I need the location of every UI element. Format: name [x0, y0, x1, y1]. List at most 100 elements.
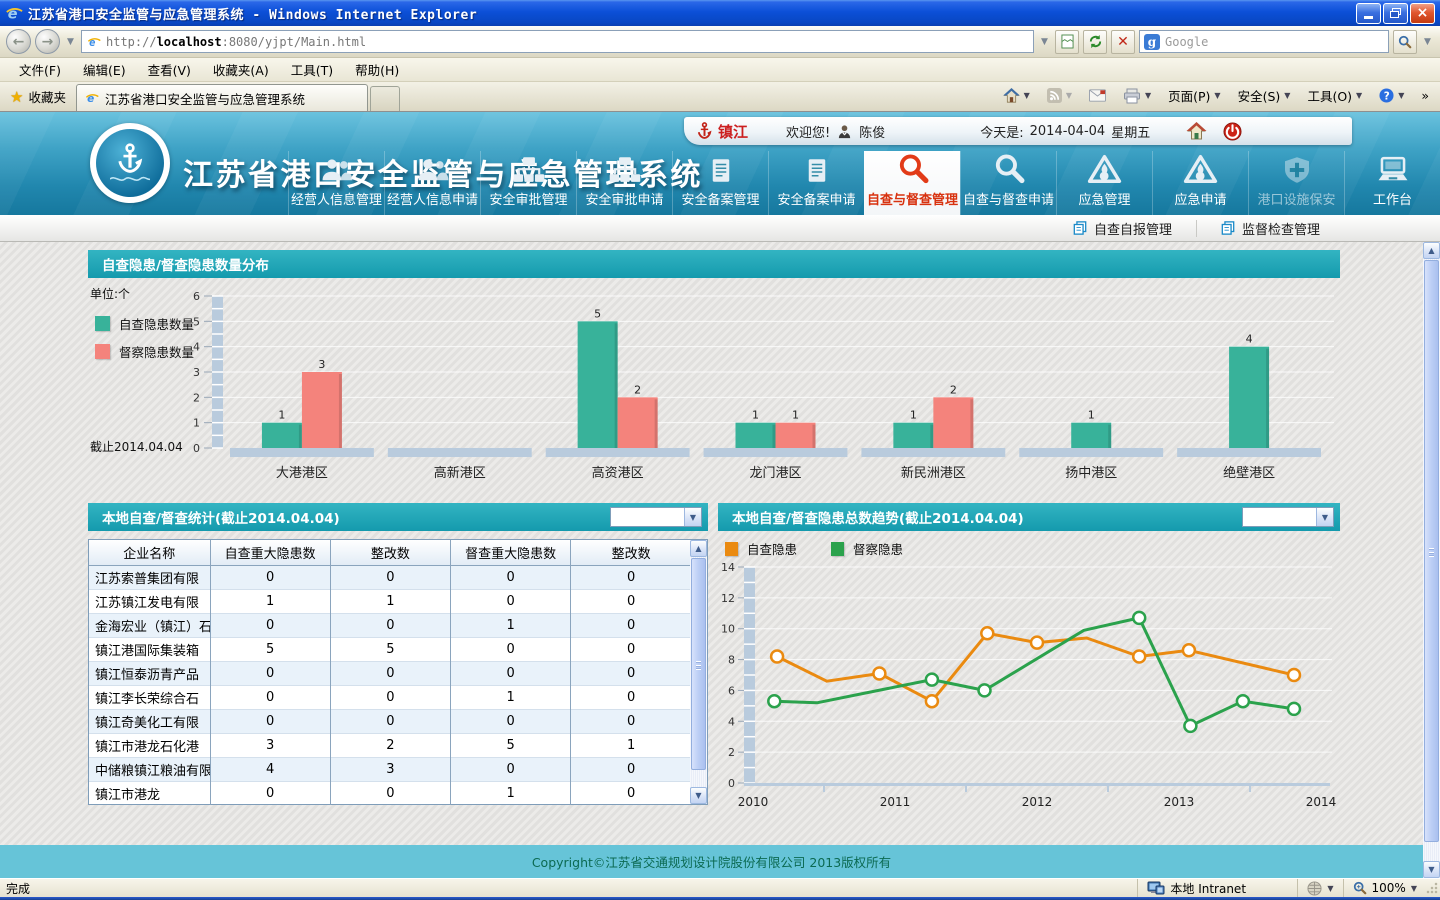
- nav-item-label: 安全备案管理: [681, 189, 759, 208]
- select-arrow-icon: ▼: [684, 508, 701, 526]
- nav-item-label: 安全审批申请: [585, 189, 663, 208]
- menu-item[interactable]: 收藏夹(A): [202, 58, 280, 81]
- command-bar: ▼ ▼ ▼ 页面(P)▼ 安全(S)▼ 工具(O)▼ ?▼ »: [996, 83, 1436, 111]
- scroll-up-button[interactable]: ▲: [690, 540, 707, 557]
- trend-filter-select[interactable]: ▼: [1242, 507, 1334, 527]
- zoom-control[interactable]: 100% ▼: [1343, 879, 1426, 897]
- table-cell: 镇江奇美化工有限: [89, 709, 210, 733]
- back-button[interactable]: ←: [6, 29, 31, 54]
- welcome-label: 欢迎您!: [786, 122, 830, 141]
- page-content: 江苏省港口安全监管与应急管理系统 镇江 欢迎您! 陈俊 今天是: 2014-04…: [0, 112, 1440, 878]
- table-row[interactable]: 中储粮镇江粮油有限4300: [89, 757, 691, 781]
- select-arrow-icon: ▼: [1316, 508, 1333, 526]
- table-row[interactable]: 江苏镇江发电有限1100: [89, 589, 691, 613]
- table-row[interactable]: 镇江市港龙石化港3251: [89, 733, 691, 757]
- nav-item-5[interactable]: 安全备案管理: [672, 151, 768, 215]
- compatibility-button[interactable]: [1055, 30, 1079, 54]
- svg-text:1: 1: [752, 409, 759, 422]
- table-cell: 0: [571, 637, 691, 661]
- legend-swatch: [831, 542, 844, 556]
- stop-button[interactable]: ✕: [1111, 30, 1135, 54]
- resize-grip[interactable]: [1426, 882, 1438, 894]
- tab-active[interactable]: e 江苏省港口安全监管与应急管理系统: [76, 84, 368, 111]
- table-cell: 中储粮镇江粮油有限: [89, 757, 210, 781]
- submenu-item-1[interactable]: 自查自报管理: [1049, 220, 1196, 237]
- address-bar[interactable]: e http://localhost:8080/yjpt/Main.html: [81, 30, 1034, 53]
- stats-filter-select[interactable]: ▼: [610, 507, 702, 527]
- table-cell: 0: [451, 661, 571, 685]
- overflow-chevron[interactable]: »: [1414, 85, 1436, 106]
- nav-item-1[interactable]: 经营人信息管理: [288, 151, 384, 215]
- mail-button[interactable]: [1082, 86, 1113, 105]
- avatar-icon: [837, 124, 852, 139]
- nav-item-12[interactable]: 工作台: [1344, 151, 1440, 215]
- menu-item[interactable]: 查看(V): [137, 58, 202, 81]
- nav-item-8[interactable]: 自查与督查申请: [960, 151, 1056, 215]
- menu-item[interactable]: 编辑(E): [72, 58, 137, 81]
- table-row[interactable]: 镇江港国际集装箱5500: [89, 637, 691, 661]
- table-cell: 3: [210, 733, 330, 757]
- table-scrollbar[interactable]: ▲ ▼: [690, 540, 707, 804]
- svg-text:4: 4: [728, 715, 735, 728]
- scroll-down-button[interactable]: ▼: [1423, 861, 1440, 878]
- nav-item-7[interactable]: 自查与督查管理: [864, 151, 960, 215]
- nav-item-11[interactable]: 港口设施保安: [1248, 151, 1344, 215]
- document-icon: [802, 154, 832, 184]
- column-header: 督查重大隐患数: [451, 540, 571, 565]
- svg-text:4: 4: [193, 341, 200, 354]
- scroll-up-button[interactable]: ▲: [1423, 242, 1440, 259]
- scroll-down-button[interactable]: ▼: [690, 787, 707, 804]
- table-row[interactable]: 镇江恒泰沥青产品0000: [89, 661, 691, 685]
- refresh-button[interactable]: [1083, 30, 1107, 54]
- help-button[interactable]: ?▼: [1372, 85, 1411, 106]
- restore-button[interactable]: [1383, 3, 1408, 24]
- feeds-button[interactable]: ▼: [1040, 85, 1079, 106]
- menu-item[interactable]: 帮助(H): [344, 58, 410, 81]
- menu-item[interactable]: 工具(T): [280, 58, 344, 81]
- table-header-row: 企业名称自查重大隐患数整改数督查重大隐患数整改数: [89, 540, 691, 565]
- submenu-item-2[interactable]: 监督检查管理: [1196, 220, 1344, 237]
- status-bar: 完成 本地 Intranet ▼ 100% ▼: [0, 878, 1440, 897]
- nav-item-4[interactable]: 安全审批申请: [576, 151, 672, 215]
- menu-item[interactable]: 文件(F): [8, 58, 72, 81]
- favorites-button[interactable]: ★ 收藏夹: [4, 87, 76, 111]
- svg-text:新民洲港区: 新民洲港区: [901, 465, 966, 480]
- scrollbar-thumb[interactable]: [1424, 260, 1439, 842]
- nav-item-2[interactable]: 经营人信息申请: [384, 151, 480, 215]
- minimize-button[interactable]: [1356, 3, 1381, 24]
- print-button[interactable]: ▼: [1116, 85, 1158, 107]
- safety-menu-button[interactable]: 安全(S)▼: [1231, 83, 1298, 108]
- table-row[interactable]: 镇江市港龙0010: [89, 781, 691, 805]
- table-row[interactable]: 金海宏业（镇江）石0010: [89, 613, 691, 637]
- zoom-magnifier-icon: [1353, 881, 1367, 895]
- scrollbar-thumb[interactable]: [691, 558, 706, 770]
- search-dropdown[interactable]: ▼: [1421, 37, 1434, 47]
- protected-mode-button[interactable]: ▼: [1297, 879, 1342, 897]
- table-row[interactable]: 镇江奇美化工有限0000: [89, 709, 691, 733]
- history-dropdown[interactable]: ▼: [64, 37, 77, 47]
- address-dropdown[interactable]: ▼: [1038, 37, 1051, 47]
- search-button[interactable]: [1393, 30, 1417, 54]
- nav-item-3[interactable]: 安全审批管理: [480, 151, 576, 215]
- table-row[interactable]: 镇江李长荣综合石0010: [89, 685, 691, 709]
- svg-text:龙门港区: 龙门港区: [749, 466, 801, 480]
- svg-text:14: 14: [721, 561, 735, 574]
- home-button[interactable]: ▼: [996, 85, 1037, 106]
- logout-power-button[interactable]: [1223, 122, 1242, 141]
- main-content: 自查隐患/督查隐患数量分布 单位:个 自查隐患数量督察隐患数量 截止2014.0…: [0, 242, 1423, 878]
- table-row[interactable]: 江苏索普集团有限0000: [89, 565, 691, 589]
- close-button[interactable]: ×: [1410, 3, 1435, 24]
- nav-item-9[interactable]: 应急管理: [1056, 151, 1152, 215]
- page-menu-button[interactable]: 页面(P)▼: [1161, 83, 1227, 108]
- tools-menu-button[interactable]: 工具(O)▼: [1300, 83, 1369, 108]
- home-shortcut-icon[interactable]: [1186, 122, 1207, 140]
- forward-button[interactable]: →: [35, 29, 60, 54]
- svg-text:1: 1: [193, 417, 200, 430]
- svg-text:1: 1: [1088, 409, 1095, 422]
- warning-icon: [1183, 154, 1218, 184]
- new-tab-button[interactable]: [370, 86, 400, 111]
- search-input[interactable]: [1165, 35, 1384, 49]
- nav-item-6[interactable]: 安全备案申请: [768, 151, 864, 215]
- page-scrollbar[interactable]: ▲ ▼: [1423, 242, 1440, 878]
- nav-item-10[interactable]: 应急申请: [1152, 151, 1248, 215]
